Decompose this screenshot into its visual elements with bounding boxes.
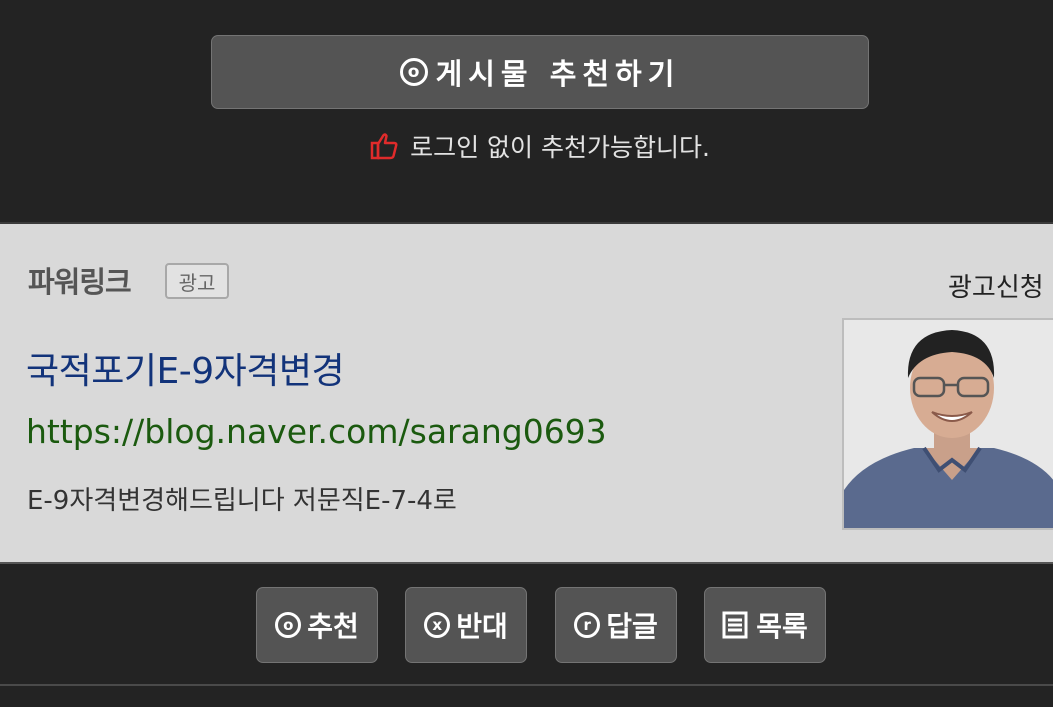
ad-description: E-9자격변경해드립니다 저문직E-7-4로 bbox=[27, 486, 457, 516]
ad-badge: 광고 bbox=[165, 263, 229, 299]
recommend-note-text: 로그인 없이 추천가능합니다. bbox=[410, 133, 710, 162]
advertiser-photo bbox=[844, 320, 1053, 528]
list-label: 목록 bbox=[756, 610, 808, 643]
oppose-button[interactable]: x 반대 bbox=[405, 587, 527, 663]
recommend-label: 추천 bbox=[307, 610, 359, 643]
circle-x-icon: x bbox=[424, 612, 451, 638]
powerlink-ad: 파워링크 광고 광고신청 국적포기E-9자격변경 https://blog.na… bbox=[0, 222, 1053, 564]
thumbs-up-icon bbox=[370, 133, 398, 160]
circle-r-icon: r bbox=[574, 612, 601, 638]
recommend-note: 로그인 없이 추천가능합니다. bbox=[0, 128, 1053, 164]
ad-title-link[interactable]: 국적포기E-9자격변경 bbox=[26, 342, 345, 394]
recommend-post-label: 게시물 추천하기 bbox=[435, 57, 681, 91]
ad-apply-link[interactable]: 광고신청 bbox=[948, 267, 1044, 304]
post-actions: o 추천 x 반대 r 답글 목록 bbox=[0, 587, 1053, 663]
ad-thumbnail[interactable] bbox=[842, 318, 1053, 530]
divider bbox=[0, 684, 1053, 686]
oppose-label: 반대 bbox=[456, 610, 508, 643]
recommend-button[interactable]: o 추천 bbox=[256, 587, 378, 663]
circle-o-icon: o bbox=[275, 612, 302, 638]
circle-o-icon: o bbox=[399, 58, 428, 86]
reply-button[interactable]: r 답글 bbox=[555, 587, 677, 663]
list-button[interactable]: 목록 bbox=[704, 587, 826, 663]
ad-url-link[interactable]: https://blog.naver.com/sarang0693 bbox=[26, 412, 607, 451]
list-icon bbox=[722, 611, 748, 639]
reply-label: 답글 bbox=[606, 610, 658, 643]
powerlink-label: 파워링크 bbox=[28, 265, 132, 299]
recommend-post-button[interactable]: o 게시물 추천하기 bbox=[211, 35, 869, 109]
